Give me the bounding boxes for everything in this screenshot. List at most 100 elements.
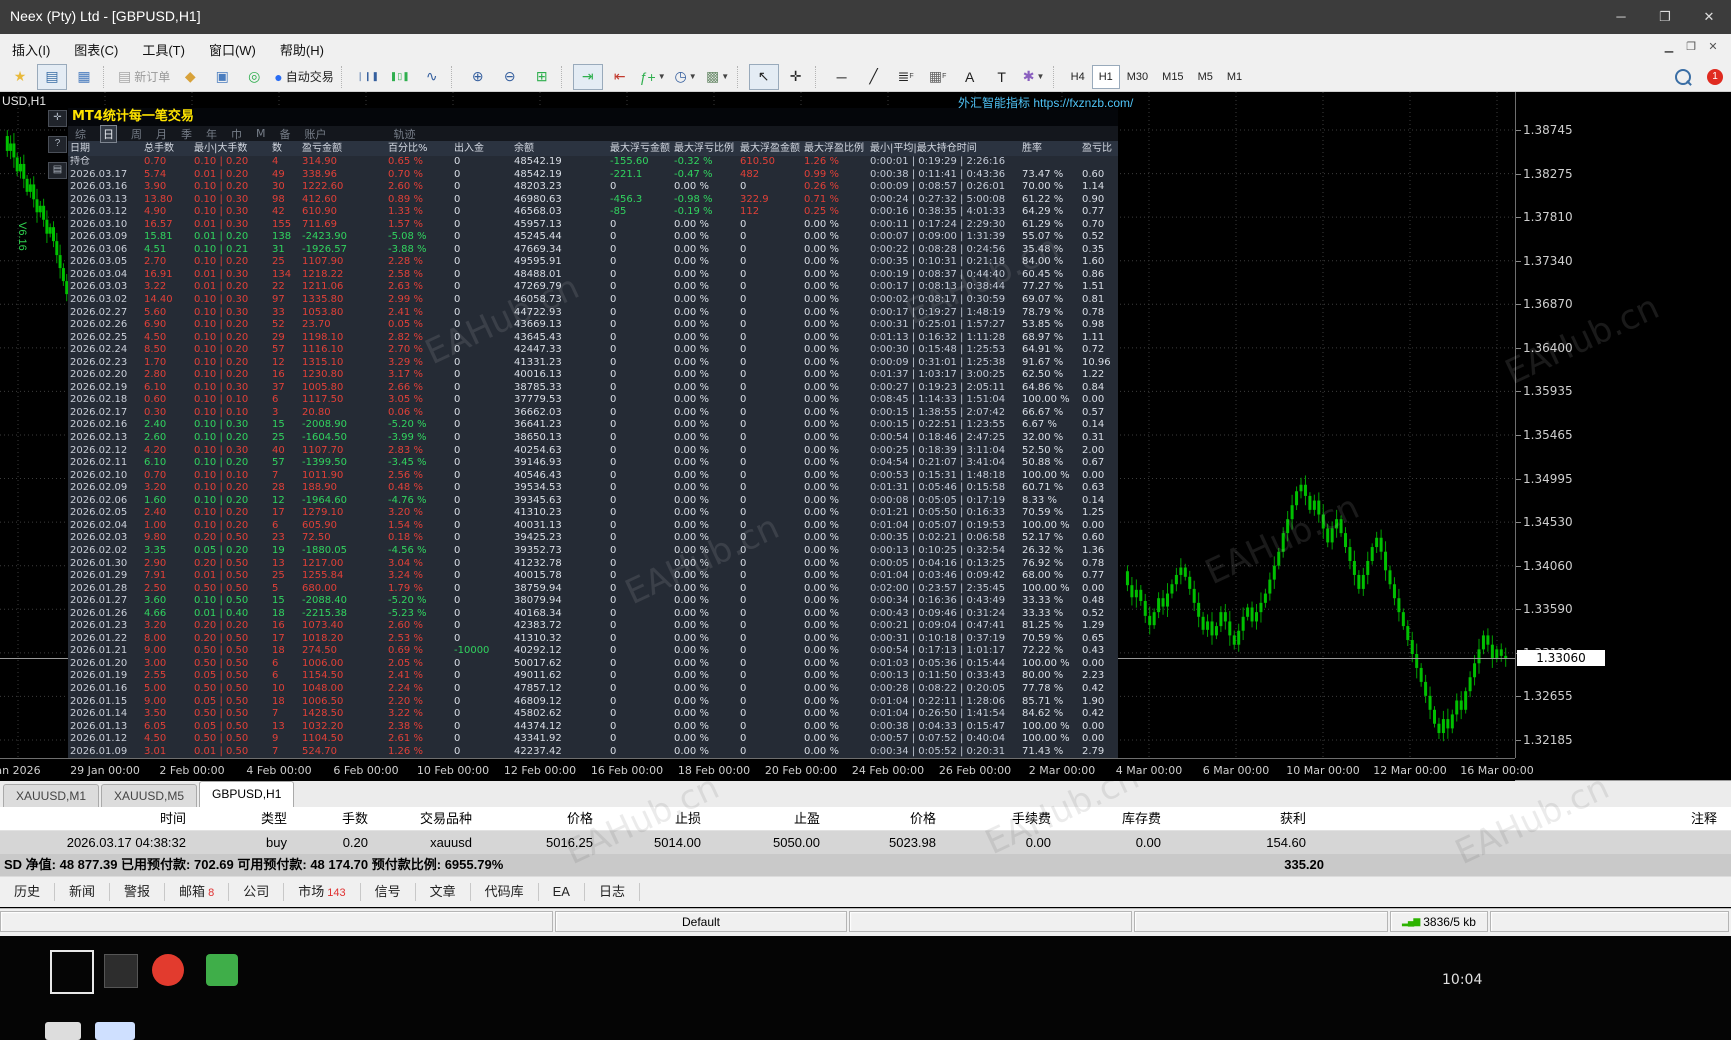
child-minimize-button[interactable]: ▁: [1659, 40, 1679, 53]
panel-icon[interactable]: ▤: [48, 162, 67, 179]
terminal-col-header[interactable]: 获利: [1175, 807, 1320, 830]
terminal-col-header[interactable]: 交易品种: [382, 807, 486, 830]
terminal-tab-信号[interactable]: 信号: [361, 883, 416, 901]
timeframe-m30-button[interactable]: M30: [1120, 65, 1155, 89]
terminal-col-header[interactable]: 价格: [834, 807, 950, 830]
timeframe-m15-button[interactable]: M15: [1155, 65, 1190, 89]
terminal-col-header[interactable]: 止盈: [715, 807, 834, 830]
menu-item[interactable]: 插入(I): [0, 34, 62, 65]
terminal-col-header[interactable]: 止损: [607, 807, 715, 830]
terminal-tab-警报[interactable]: 警报: [110, 883, 165, 901]
stats-cell: 0.50 | 0.50: [192, 583, 270, 596]
close-button[interactable]: ✕: [1687, 0, 1731, 34]
scripts-icon[interactable]: ▣: [207, 64, 237, 90]
chart-tab-XAUUSD,M5[interactable]: XAUUSD,M5: [101, 784, 197, 807]
stats-tab-月[interactable]: 月: [156, 126, 167, 142]
child-restore-button[interactable]: ❐: [1681, 40, 1701, 53]
stats-cell: -155.60: [608, 156, 672, 169]
move-tool-icon[interactable]: ✛: [48, 110, 67, 127]
timeframe-m1-button[interactable]: M1: [1220, 65, 1249, 89]
terminal-col-header[interactable]: 库存费: [1065, 807, 1175, 830]
terminal-col-header[interactable]: 时间: [0, 807, 200, 830]
stats-tab-综[interactable]: 综: [75, 126, 86, 142]
indicator-link[interactable]: 外汇智能指标 https://fxznzb.com/: [958, 94, 1133, 111]
stats-tab-巾[interactable]: 巾: [231, 126, 242, 142]
open-order-row[interactable]: 2026.03.17 04:38:32buy0.20xauusd5016.255…: [0, 831, 1731, 854]
periods-icon[interactable]: ◷▼: [671, 64, 701, 90]
trendline-icon[interactable]: ╱: [859, 64, 889, 90]
terminal-tab-公司[interactable]: 公司: [229, 883, 284, 901]
chart-tab-GBPUSD,H1[interactable]: GBPUSD,H1: [199, 781, 294, 807]
zoom-out-icon[interactable]: ⊖: [495, 64, 525, 90]
terminal-tab-新闻[interactable]: 新闻: [55, 883, 110, 901]
templates-icon[interactable]: ▩▼: [703, 64, 733, 90]
horizontal-line-icon[interactable]: ─: [827, 64, 857, 90]
profile-selector[interactable]: Default: [555, 911, 847, 932]
expert-advisors-icon[interactable]: ◆: [175, 64, 205, 90]
bar-chart-icon[interactable]: ❘❙❚: [353, 64, 383, 90]
terminal-col-header[interactable]: 注释: [1320, 807, 1731, 830]
terminal-tab-市场[interactable]: 市场143: [284, 883, 360, 901]
terminal-tab-EA[interactable]: EA: [539, 883, 585, 901]
candlestick-chart-icon[interactable]: ❚▯❚: [385, 64, 415, 90]
auto-scroll-icon[interactable]: ⇥: [573, 64, 603, 90]
maximize-button[interactable]: ❐: [1643, 0, 1687, 34]
menu-item[interactable]: 帮助(H): [268, 34, 336, 65]
timeframe-m5-button[interactable]: M5: [1191, 65, 1220, 89]
market-watch-icon[interactable]: ▤: [37, 64, 67, 90]
terminal-tab-代码库[interactable]: 代码库: [471, 883, 539, 901]
taskbar-app-icon-green[interactable]: [206, 954, 238, 986]
search-icon[interactable]: [1668, 64, 1698, 90]
menu-item[interactable]: 图表(C): [62, 34, 130, 65]
zoom-in-icon[interactable]: ⊕: [463, 64, 493, 90]
line-chart-icon[interactable]: ∿: [417, 64, 447, 90]
new-chart-profiles-icon[interactable]: ★: [5, 64, 35, 90]
timeframe-h4-button[interactable]: H4: [1064, 65, 1092, 89]
stats-tab-备[interactable]: 备: [280, 126, 291, 142]
autotrading-button[interactable]: ●自动交易: [271, 64, 336, 90]
minimize-button[interactable]: ─: [1599, 0, 1643, 34]
terminal-tab-日志[interactable]: 日志: [585, 883, 640, 901]
data-window-icon[interactable]: ▦: [69, 64, 99, 90]
stats-tab-M[interactable]: M: [256, 127, 266, 140]
chart-shift-icon[interactable]: ⇤: [605, 64, 635, 90]
terminal-col-header[interactable]: 价格: [486, 807, 607, 830]
stats-tab-周[interactable]: 周: [131, 126, 142, 142]
terminal-tab-邮箱[interactable]: 邮箱8: [165, 883, 229, 901]
taskbar-app-icon-gray[interactable]: [104, 954, 138, 988]
child-close-button[interactable]: ✕: [1703, 40, 1723, 53]
stats-tab-日[interactable]: 日: [100, 125, 117, 143]
notification-badge[interactable]: 1: [1700, 64, 1730, 90]
text-label-icon[interactable]: A: [955, 64, 985, 90]
chart-area[interactable]: USD,H1 V6.16 外汇智能指标 https://fxznzb.com/ …: [0, 92, 1515, 758]
terminal-tab-文章[interactable]: 文章: [416, 883, 471, 901]
indicators-icon[interactable]: ƒ+▼: [637, 64, 669, 90]
stats-tab-年[interactable]: 年: [206, 126, 217, 142]
arrows-icon[interactable]: ✱▼: [1019, 64, 1049, 90]
taskbar-app-icon-window[interactable]: [50, 950, 94, 994]
grid-icon[interactable]: ▦F: [923, 64, 953, 90]
text-box-icon[interactable]: T: [987, 64, 1017, 90]
timeframe-h1-button[interactable]: H1: [1092, 65, 1120, 89]
crosshair-icon[interactable]: ✛: [781, 64, 811, 90]
tile-windows-icon[interactable]: ⊞: [527, 64, 557, 90]
time-axis[interactable]: an 202629 Jan 00:002 Feb 00:004 Feb 00:0…: [0, 758, 1515, 781]
terminal-col-header[interactable]: 手续费: [950, 807, 1065, 830]
fibonacci-icon[interactable]: ≣F: [891, 64, 921, 90]
stats-tab-轨迹[interactable]: 轨迹: [394, 126, 416, 142]
menu-item[interactable]: 窗口(W): [197, 34, 268, 65]
new-order-button[interactable]: ▤新订单: [115, 64, 173, 90]
taskbar-app-icon-red[interactable]: [152, 954, 184, 986]
help-icon[interactable]: ?: [48, 136, 67, 153]
cursor-icon[interactable]: ↖: [749, 64, 779, 90]
terminal-col-header[interactable]: 类型: [200, 807, 301, 830]
signals-icon[interactable]: ◎: [239, 64, 269, 90]
terminal-tab-历史[interactable]: 历史: [0, 883, 55, 901]
chart-tab-XAUUSD,M1[interactable]: XAUUSD,M1: [3, 784, 99, 807]
menu-item[interactable]: 工具(T): [130, 34, 197, 65]
connection-status[interactable]: ▂▄▆3836/5 kb: [1390, 911, 1488, 932]
stats-tab-季[interactable]: 季: [181, 126, 192, 142]
terminal-col-header[interactable]: 手数: [301, 807, 382, 830]
price-axis[interactable]: 1.387451.382751.378101.373401.368701.364…: [1515, 92, 1731, 758]
stats-tab-账户[interactable]: 账户: [305, 126, 327, 142]
